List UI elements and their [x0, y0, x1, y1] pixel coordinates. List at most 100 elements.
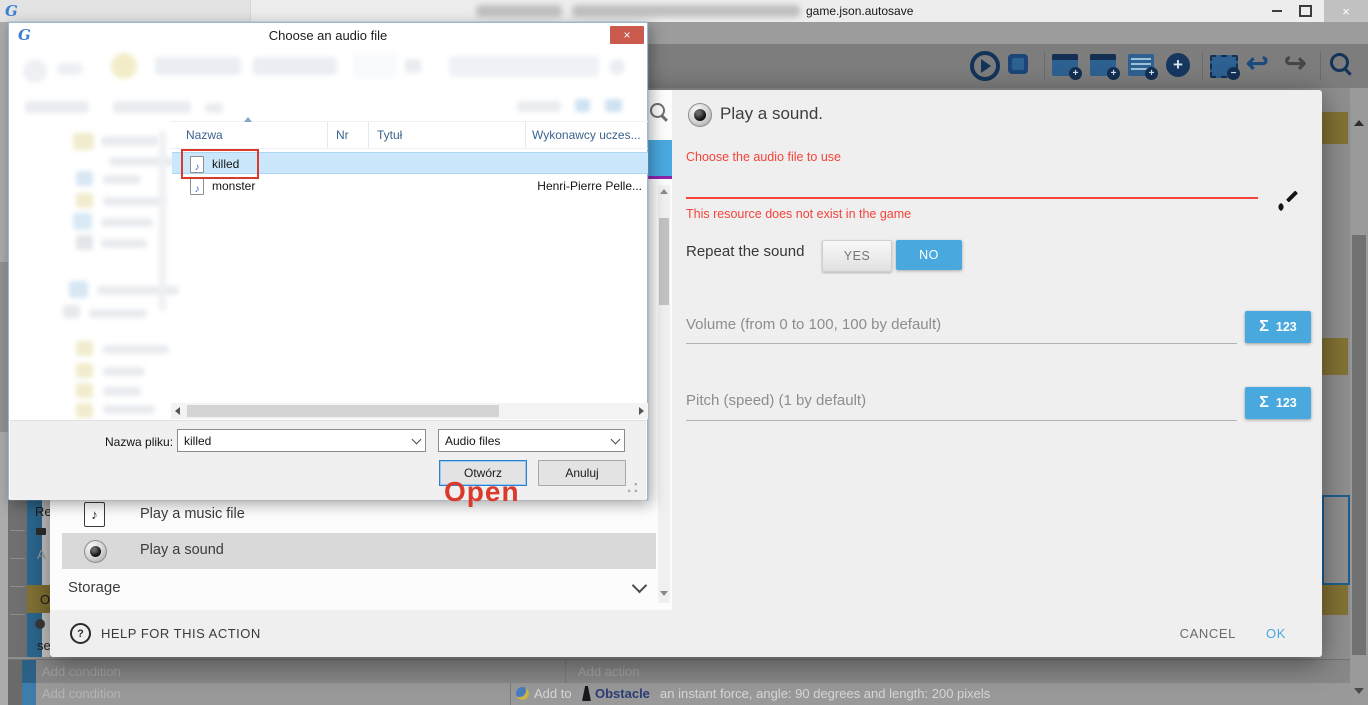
toolbar-debug-icon[interactable] [1008, 54, 1028, 74]
ok-button[interactable]: OK [1266, 626, 1286, 641]
volume-label: Volume (from 0 to 100, 100 by default) [686, 316, 941, 333]
blurred-content [76, 235, 93, 250]
toolbar-play-icon[interactable] [970, 51, 1000, 81]
column-header-nr[interactable]: Nr [328, 122, 369, 148]
blurred-content [155, 57, 241, 75]
note-glyph: ♪ [195, 184, 200, 195]
filetype-combobox[interactable]: Audio files [438, 429, 625, 452]
cancel-button[interactable]: Anuluj [538, 460, 626, 486]
blurred-content [353, 53, 397, 79]
add-action-link[interactable]: Add action [578, 664, 639, 679]
file-dialog: G Choose an audio file × Nazwa Nr Tytuł … [8, 22, 648, 500]
event-row[interactable]: Add condition Add action [0, 660, 1368, 683]
blurred-content [103, 367, 145, 376]
scroll-up-icon[interactable] [1354, 120, 1364, 126]
action-item-label: Play a sound [140, 542, 224, 558]
audio-file-icon: ♪ [190, 178, 204, 195]
blurred-content [69, 281, 88, 298]
add-condition-link[interactable]: Add condition [42, 686, 121, 701]
search-icon[interactable] [650, 103, 665, 118]
dropdown-arrow-icon [408, 439, 425, 443]
column-header-name[interactable]: Nazwa [170, 122, 328, 148]
action-item-play-sound[interactable]: Play a sound [62, 533, 656, 569]
blurred-content [76, 403, 93, 418]
tree-connector [10, 586, 25, 587]
action-item-play-music[interactable]: ♪ Play a music file [62, 500, 648, 531]
toolbar-add-circle-icon[interactable]: + [1166, 53, 1190, 77]
restore-button[interactable] [1292, 0, 1318, 22]
blurred-content [25, 101, 89, 113]
blurred-content [517, 101, 561, 112]
numeric-icon: 123 [1276, 320, 1297, 334]
toolbar-upper-band [648, 22, 1368, 44]
scroll-down-icon[interactable] [660, 591, 668, 596]
scrollbar-thumb[interactable] [1352, 235, 1366, 655]
event-row[interactable]: Add condition Add to Obstacle an instant… [0, 683, 1368, 705]
add-condition-link[interactable]: Add condition [42, 664, 121, 679]
redo-icon[interactable]: ↪ [1284, 50, 1307, 77]
events-right-scrollbar[interactable] [1350, 88, 1368, 705]
events-left-scrollbar[interactable] [0, 22, 8, 705]
file-list-hscrollbar[interactable] [171, 403, 648, 419]
column-header-title[interactable]: Tytuł [369, 122, 526, 148]
file-list-header: Nazwa Nr Tytuł Wykonawcy uczes... [170, 121, 648, 149]
tree-connector [10, 614, 25, 615]
pitch-input-underline[interactable] [686, 420, 1237, 421]
toolbar-add-event-icon[interactable] [1052, 54, 1078, 76]
help-link[interactable]: HELP FOR THIS ACTION [101, 626, 261, 641]
scrollbar-thumb[interactable] [659, 218, 669, 305]
action-text-prefix: Add to [534, 686, 572, 701]
blurred-content [609, 59, 625, 75]
toolbar-add-comment-icon[interactable] [1128, 54, 1154, 76]
cancel-button[interactable]: CANCEL [1180, 626, 1236, 641]
selected-category-tab[interactable] [648, 140, 672, 176]
column-header-performers[interactable]: Wykonawcy uczes... [526, 122, 648, 148]
scrollbar-thumb[interactable] [187, 405, 499, 417]
close-button[interactable]: × [1324, 0, 1368, 22]
event-color-bar [22, 683, 36, 705]
minimize-button[interactable] [1264, 0, 1290, 22]
category-tab-underline [648, 176, 672, 179]
tree-connector [10, 530, 25, 531]
scroll-down-icon[interactable] [1354, 688, 1364, 694]
obstacle-object-icon [582, 686, 591, 701]
scroll-right-icon[interactable] [639, 407, 644, 415]
yes-label: YES [844, 249, 871, 263]
scroll-up-icon[interactable] [660, 189, 668, 194]
blurred-path-segment [572, 5, 800, 17]
sigma-icon: Σ [1259, 318, 1269, 336]
blurred-content [253, 57, 337, 75]
audio-file-input-underline[interactable] [686, 197, 1258, 199]
scrollbar-thumb[interactable] [0, 262, 8, 432]
undo-icon[interactable]: ↩ [1246, 50, 1269, 77]
blurred-navigation-area [9, 23, 647, 423]
blurred-content [111, 53, 137, 79]
resize-grip[interactable] [628, 483, 637, 492]
filename-combobox[interactable]: killed [177, 429, 426, 452]
annotation-highlight-rect [181, 149, 259, 179]
help-icon[interactable]: ? [70, 623, 91, 644]
toolbar-remove-event-icon[interactable] [1210, 55, 1238, 78]
action-group-storage[interactable]: Storage [62, 573, 648, 603]
search-icon[interactable] [1330, 53, 1349, 72]
blurred-content [76, 383, 93, 398]
toolbar-add-subevent-icon[interactable] [1090, 54, 1116, 76]
event-text-fragment: A [37, 547, 46, 562]
blurred-content [76, 193, 93, 208]
event-selected-olive-block [1322, 112, 1348, 144]
toolbar-divider [1320, 52, 1321, 80]
event-selected-olive-block [1322, 338, 1348, 375]
edit-brush-icon[interactable] [1276, 190, 1298, 212]
blurred-content [113, 101, 191, 113]
action-list-scrollbar[interactable] [658, 185, 670, 603]
volume-input-underline[interactable] [686, 343, 1237, 344]
volume-expression-button[interactable]: Σ 123 [1245, 311, 1311, 343]
blurred-content [405, 59, 421, 73]
main-titlebar: G game.json.autosave × [0, 0, 1368, 23]
scroll-left-icon[interactable] [175, 407, 180, 415]
pitch-expression-button[interactable]: Σ 123 [1245, 387, 1311, 419]
repeat-yes-button[interactable]: YES [822, 240, 892, 272]
repeat-no-button[interactable]: NO [896, 240, 962, 270]
question-glyph: ? [77, 628, 84, 640]
blurred-content [205, 103, 223, 113]
